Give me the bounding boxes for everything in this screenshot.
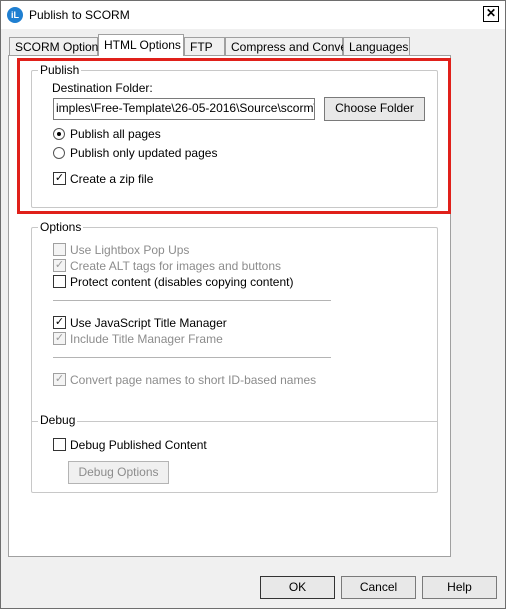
debug-options-button: Debug Options [68, 461, 169, 484]
publish-highlight-box [17, 58, 451, 214]
tab-compress-and-convert[interactable]: Compress and Convert [225, 37, 354, 56]
help-button[interactable]: Help [422, 576, 497, 599]
ok-button[interactable]: OK [260, 576, 335, 599]
title-manager-frame-label: Include Title Manager Frame [70, 332, 223, 346]
cancel-button[interactable]: Cancel [341, 576, 416, 599]
js-title-manager-checkbox[interactable]: ✓ [53, 316, 66, 329]
debug-published-label: Debug Published Content [70, 438, 207, 452]
title-bar: iL Publish to SCORM ✕ [1, 1, 505, 29]
title-manager-frame-checkbox: ✓ [53, 332, 66, 345]
tab-languages[interactable]: Languages [343, 37, 410, 56]
lightbox-label: Use Lightbox Pop Ups [70, 243, 190, 257]
options-divider-1 [53, 300, 331, 301]
protect-content-label: Protect content (disables copying conten… [70, 275, 294, 289]
protect-content-checkbox[interactable] [53, 275, 66, 288]
convert-names-label: Convert page names to short ID-based nam… [70, 373, 317, 387]
tab-html-options[interactable]: HTML Options [98, 34, 184, 56]
options-divider-2 [53, 357, 331, 358]
options-group: Options Use Lightbox Pop Ups ✓ Create AL… [31, 220, 438, 493]
debug-legend: Debug [38, 413, 78, 427]
alt-tags-checkbox: ✓ [53, 259, 66, 272]
tab-ftp[interactable]: FTP [184, 37, 225, 56]
lightbox-checkbox [53, 243, 66, 256]
js-title-manager-label: Use JavaScript Title Manager [70, 316, 227, 330]
options-legend: Options [38, 220, 84, 234]
window-title: Publish to SCORM [29, 8, 130, 22]
close-button[interactable]: ✕ [483, 6, 499, 22]
tab-scorm-options[interactable]: SCORM Options [9, 37, 104, 56]
debug-divider [32, 421, 437, 422]
dialog-window: iL Publish to SCORM ✕ SCORM Options HTML… [0, 0, 506, 609]
alt-tags-label: Create ALT tags for images and buttons [70, 259, 282, 273]
debug-published-checkbox[interactable] [53, 438, 66, 451]
convert-names-checkbox: ✓ [53, 373, 66, 386]
app-logo-icon: iL [7, 7, 23, 23]
